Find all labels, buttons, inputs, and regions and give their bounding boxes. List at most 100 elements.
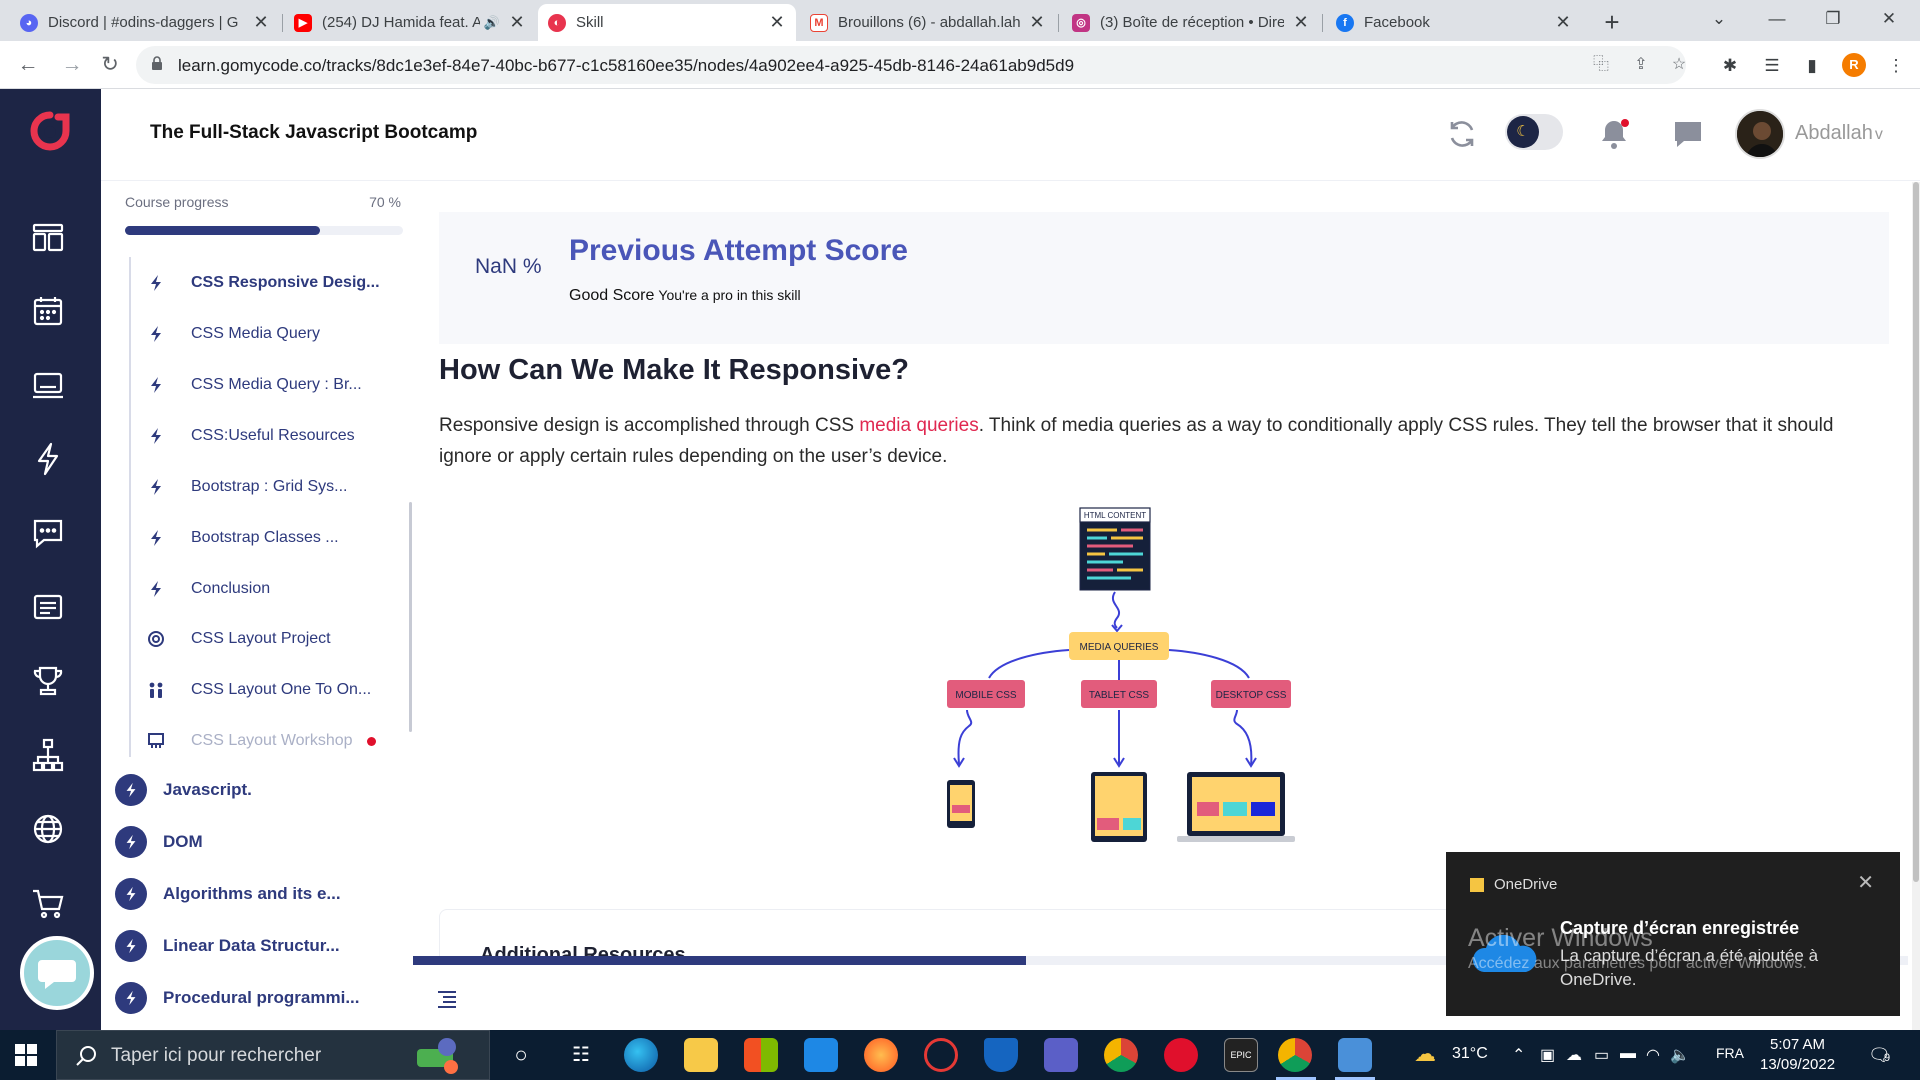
user-name[interactable]: Abdallah v: [1795, 122, 1883, 145]
close-tab-icon[interactable]: ✕: [768, 12, 786, 33]
speaker-icon[interactable]: 🔊: [484, 15, 500, 31]
windows-start-icon[interactable]: [14, 1043, 38, 1067]
reload-icon[interactable]: ↻: [94, 49, 126, 81]
restore-icon[interactable]: ❐: [1806, 0, 1860, 40]
forward-icon[interactable]: →: [56, 49, 88, 81]
close-tab-icon[interactable]: ✕: [508, 12, 526, 33]
media-queries-link[interactable]: media queries: [859, 415, 978, 436]
tab-search-icon[interactable]: ⌄: [1692, 0, 1746, 40]
lock-icon[interactable]: [151, 56, 163, 71]
language-indicator[interactable]: FRA: [1716, 1045, 1744, 1061]
battery-icon[interactable]: ▬: [1620, 1045, 1636, 1063]
photos-icon[interactable]: [1338, 1038, 1372, 1072]
epic-games-icon[interactable]: EPIC: [1224, 1038, 1258, 1072]
teams-icon[interactable]: [1044, 1038, 1078, 1072]
chrome-icon[interactable]: [1104, 1038, 1138, 1072]
notes-icon[interactable]: [30, 589, 66, 625]
module-item[interactable]: Linear Data Structur...: [115, 930, 340, 962]
lesson-item[interactable]: Bootstrap : Grid Sys...: [147, 474, 348, 500]
lesson-item[interactable]: CSS Responsive Desig...: [147, 270, 380, 296]
chevron-up-icon[interactable]: ⌃: [1512, 1045, 1525, 1065]
chrome-profile-icon[interactable]: [1278, 1038, 1312, 1072]
hierarchy-icon[interactable]: [30, 737, 66, 773]
file-explorer-icon[interactable]: [684, 1038, 718, 1072]
module-item[interactable]: Javascript.: [115, 774, 252, 806]
tray-app-icon[interactable]: ▣: [1540, 1045, 1555, 1065]
cart-icon[interactable]: [30, 885, 66, 921]
globe-icon[interactable]: [30, 811, 66, 847]
close-tab-icon[interactable]: ✕: [252, 12, 270, 33]
weather-icon[interactable]: ☁: [1414, 1041, 1436, 1067]
display-icon[interactable]: ▭: [1594, 1045, 1609, 1065]
close-tab-icon[interactable]: ✕: [1028, 12, 1046, 33]
bolt-icon[interactable]: [30, 441, 66, 477]
app-red-icon[interactable]: [1164, 1038, 1198, 1072]
close-icon[interactable]: ✕: [1857, 870, 1874, 895]
lesson-label: CSS:Useful Resources: [191, 427, 355, 444]
lesson-item[interactable]: CSS Media Query : Br...: [147, 372, 362, 398]
side-panel-icon[interactable]: ▮: [1800, 54, 1824, 78]
lesson-item[interactable]: CSS Layout Project: [147, 626, 331, 652]
url-field[interactable]: learn.gomycode.co/tracks/8dc1e3ef-84e7-4…: [136, 46, 1686, 84]
mail-icon[interactable]: [804, 1038, 838, 1072]
tab-gmail[interactable]: M Brouillons (6) - abdallah.lah ✕: [800, 4, 1056, 41]
chat-icon[interactable]: [30, 515, 66, 551]
calendar-icon[interactable]: [30, 293, 66, 329]
support-chat-button[interactable]: [20, 936, 94, 1010]
volume-icon[interactable]: 🔈: [1670, 1045, 1690, 1065]
bell-icon[interactable]: [1597, 117, 1631, 151]
taskbar-search[interactable]: Taper ici pour rechercher: [56, 1030, 490, 1080]
new-tab-button[interactable]: +: [1596, 6, 1628, 38]
back-icon[interactable]: ←: [12, 49, 44, 81]
menu-kebab-icon[interactable]: ⋮: [1884, 54, 1908, 78]
module-item[interactable]: Procedural programmi...: [115, 982, 360, 1014]
module-item[interactable]: Algorithms and its e...: [115, 878, 341, 910]
bookmark-star-icon[interactable]: ☆: [1668, 54, 1690, 76]
lesson-item[interactable]: CSS Layout One To On...: [147, 677, 371, 703]
reading-list-icon[interactable]: ☰: [1760, 54, 1784, 78]
edge-icon[interactable]: [624, 1038, 658, 1072]
tab-youtube[interactable]: ▶ (254) DJ Hamida feat. A 🔊 ✕: [284, 4, 536, 41]
taskbar-clock[interactable]: 5:07 AM 13/09/2022: [1760, 1035, 1835, 1075]
microsoft-store-icon[interactable]: [744, 1038, 778, 1072]
avatar[interactable]: [1735, 109, 1785, 159]
lesson-item[interactable]: Bootstrap Classes ...: [147, 525, 339, 551]
task-view-icon[interactable]: ○: [504, 1038, 538, 1072]
share-icon[interactable]: ⇪: [1630, 54, 1652, 76]
sidebar-scrollbar[interactable]: [409, 502, 412, 732]
tab-skill[interactable]: ◐ Skill ✕: [538, 4, 796, 41]
outline-list-icon[interactable]: [437, 990, 457, 1008]
lesson-item[interactable]: Conclusion: [147, 576, 270, 602]
close-tab-icon[interactable]: ✕: [1292, 12, 1310, 33]
lesson-item[interactable]: CSS Layout Workshop: [147, 728, 376, 754]
weather-temp[interactable]: 31°C: [1452, 1045, 1488, 1063]
onedrive-notification[interactable]: OneDrive ✕ Capture d’écran enregistrée L…: [1446, 852, 1900, 1016]
translate-icon[interactable]: ⿻: [1590, 54, 1612, 76]
widgets-icon[interactable]: ☷: [564, 1038, 598, 1072]
minimize-icon[interactable]: —: [1750, 0, 1804, 40]
profile-avatar[interactable]: R: [1842, 53, 1866, 77]
tab-instagram[interactable]: ◎ (3) Boîte de réception • Dire ✕: [1062, 4, 1320, 41]
shield-icon[interactable]: [984, 1038, 1018, 1072]
lesson-item[interactable]: CSS:Useful Resources: [147, 423, 355, 449]
close-window-icon[interactable]: ✕: [1862, 0, 1916, 40]
module-item[interactable]: DOM: [115, 826, 203, 858]
tab-facebook[interactable]: f Facebook ✕: [1326, 4, 1582, 41]
lesson-item[interactable]: CSS Media Query: [147, 321, 320, 347]
wifi-icon[interactable]: ◠: [1646, 1045, 1660, 1065]
scrollbar-thumb[interactable]: [1913, 182, 1919, 882]
game-app-icon[interactable]: [924, 1038, 958, 1072]
firefox-icon[interactable]: [864, 1038, 898, 1072]
gomycode-logo[interactable]: [30, 111, 70, 151]
laptop-icon[interactable]: [30, 367, 66, 403]
close-tab-icon[interactable]: ✕: [1554, 12, 1572, 33]
dark-mode-toggle[interactable]: ☾: [1505, 114, 1563, 150]
page-scrollbar[interactable]: [1912, 182, 1920, 1030]
cloud-icon[interactable]: ☁: [1566, 1045, 1582, 1065]
dashboard-icon[interactable]: [30, 219, 66, 255]
refresh-icon[interactable]: [1445, 117, 1479, 151]
trophy-icon[interactable]: [30, 663, 66, 699]
extensions-icon[interactable]: ✱: [1718, 54, 1742, 78]
messages-icon[interactable]: [1671, 117, 1705, 151]
tab-discord[interactable]: ◕ Discord | #odins-daggers | G ✕: [10, 4, 280, 41]
